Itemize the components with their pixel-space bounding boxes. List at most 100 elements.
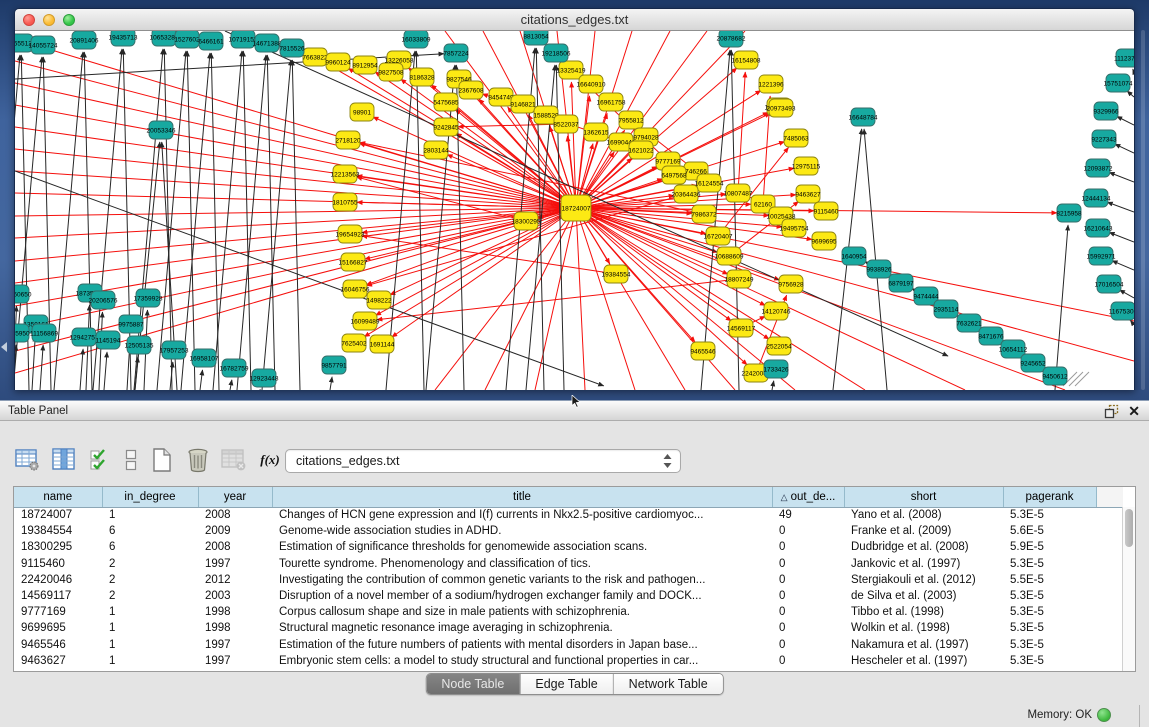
graph-node-label: 9699695 [811,238,837,245]
graph-node-label: 9938926 [866,266,892,273]
table-row[interactable]: 2242004622012Investigating the contribut… [14,572,1123,588]
table-row[interactable]: 1456911722003Disruption of a novel membe… [14,588,1123,604]
table-row[interactable]: 969969511998Structural magnetic resonanc… [14,620,1123,636]
graph-node-label: 62160 [754,201,772,208]
graph-node-label: 7815526 [279,45,305,52]
table-options-button[interactable] [14,446,42,473]
select-all-button[interactable] [86,446,114,473]
column-header-title[interactable]: title [272,487,772,507]
graph-node-label: 18807249 [725,276,754,283]
graph-node-label: 10688609 [715,253,744,260]
graph-node-label: 9975887 [118,321,144,328]
desktop-background: citations_edges.txt 187240077663822996 [0,0,1149,400]
graph-node-label: 8522037 [553,121,579,128]
graph-node-label: 15751074 [1104,80,1133,87]
graph-node-label: 7625402 [341,340,367,347]
graph-node-label: 3915950 [15,330,30,337]
graph-node-label: 16648784 [849,114,878,121]
column-header-name[interactable]: name [14,487,102,507]
graph-node-label: 1640954 [841,253,867,260]
tab-network-table[interactable]: Network Table [613,674,723,694]
mouse-cursor [571,395,583,408]
column-header-in_degree[interactable]: in_degree [102,487,198,507]
graph-node-label: 16958107 [190,355,219,362]
table-row[interactable]: 1938455462009Genome-wide association stu… [14,523,1123,539]
table-scrollbar-thumb[interactable] [1125,509,1133,547]
graph-node-label: 16124554 [695,180,724,187]
show-columns-button[interactable] [50,446,78,473]
graph-node-label: 8813054 [523,33,549,40]
graph-node-label: 9777169 [655,158,681,165]
table-type-tabs: Node Table Edge Table Network Table [425,673,723,695]
graph-node-label: 16961758 [597,99,626,106]
tab-node-table[interactable]: Node Table [426,674,519,694]
graph-node-label: 8471676 [978,333,1004,340]
graph-node-label: 10654112 [999,346,1028,353]
graph-node-label: 12505135 [125,342,154,349]
east-panel-gutter[interactable] [1141,30,1145,390]
graph-node-label: 1691144 [370,341,395,348]
graph-node-label: 9115460 [814,208,839,215]
column-header-pagerank[interactable]: pagerank [1003,487,1096,507]
table-row[interactable]: 946554611997Estimation of the future num… [14,637,1123,653]
graph-node-label: 5475685 [433,99,459,106]
table-toolbar: f(x) [14,446,284,473]
graph-node-label: 11675306 [1109,308,1134,315]
graph-node-label: 1733426 [763,366,789,373]
west-panel-collapse-arrow-icon[interactable] [1,342,7,352]
graph-node-label: 6879197 [888,280,914,287]
table-row[interactable]: 1872400712008Changes of HCN gene express… [14,507,1123,523]
clear-selection-button[interactable] [122,446,140,473]
graph-node-label: 16154808 [732,57,761,64]
graph-node-label: 8912954 [352,62,378,69]
delete-button[interactable] [184,446,212,473]
graph-node-label: 16782759 [220,365,249,372]
memory-status-label: Memory: OK [1027,709,1092,721]
graph-node-label: 16210643 [1084,225,1113,232]
graph-node-label: 17016504 [1095,281,1124,288]
graph-node-label: 10807487 [724,190,753,197]
graph-node-label: 98901 [353,109,371,116]
graph-node-label: 7632621 [956,320,982,327]
sort-ascending-icon: △ [781,492,788,502]
table-selector-dropdown[interactable]: citations_edges.txt [285,449,681,473]
graph-node-label: 13325419 [557,67,586,74]
graph-node-label: 11156869 [30,330,58,337]
status-bar-divider [1139,705,1140,727]
table-row[interactable]: 911546021997Tourette syndrome. Phenomeno… [14,556,1123,572]
graph-node-label: 1810755 [332,199,358,206]
table-row[interactable]: 977716911998Corpus callosum shape and si… [14,604,1123,620]
function-builder-button[interactable]: f(x) [256,446,284,473]
memory-status-indicator[interactable] [1097,708,1111,722]
network-window-titlebar[interactable]: citations_edges.txt [15,9,1134,31]
graph-node-label: 9146821 [510,101,536,108]
graph-node-label: 7485063 [783,135,809,142]
table-scrollbar[interactable] [1122,507,1135,671]
graph-node-label: 1145194 [96,337,121,344]
close-panel-icon[interactable]: ✕ [1128,402,1140,421]
tab-edge-table[interactable]: Edge Table [519,674,612,694]
graph-node-label: 20891406 [70,37,99,44]
graph-node-label: 17957253 [160,347,189,354]
dropdown-stepper-icon [663,454,672,468]
graph-node-label: 12093872 [1084,165,1113,172]
graph-node-label: 16720407 [704,233,733,240]
column-header-short[interactable]: short [844,487,1003,507]
graph-node-label: 9794028 [633,134,659,141]
graph-node-label: 2718120 [335,137,361,144]
table-row[interactable]: 946362711997Embryonic stem cells: a mode… [14,653,1123,669]
table-row[interactable]: 1830029562008Estimation of significance … [14,539,1123,555]
graph-node-label: 12213563 [331,171,360,178]
new-column-button[interactable] [148,446,176,473]
network-view-canvas[interactable]: 1872400776638229960124891295498901271812… [15,31,1134,390]
attribute-table: namein_degreeyeartitle△out_de...shortpag… [13,486,1136,672]
float-panel-icon[interactable] [1104,404,1119,419]
graph-node-label: 1498222 [366,297,392,304]
column-header-out_degree[interactable]: △out_de... [772,487,844,507]
graph-node-label: 14569117 [727,325,756,332]
graph-node-label: 9960124 [325,59,351,66]
column-header-year[interactable]: year [198,487,272,507]
network-window[interactable]: citations_edges.txt 187240077663822996 [14,8,1135,390]
graph-node-label: 9329966 [1093,108,1119,115]
graph-node-label: 20206576 [89,297,118,304]
